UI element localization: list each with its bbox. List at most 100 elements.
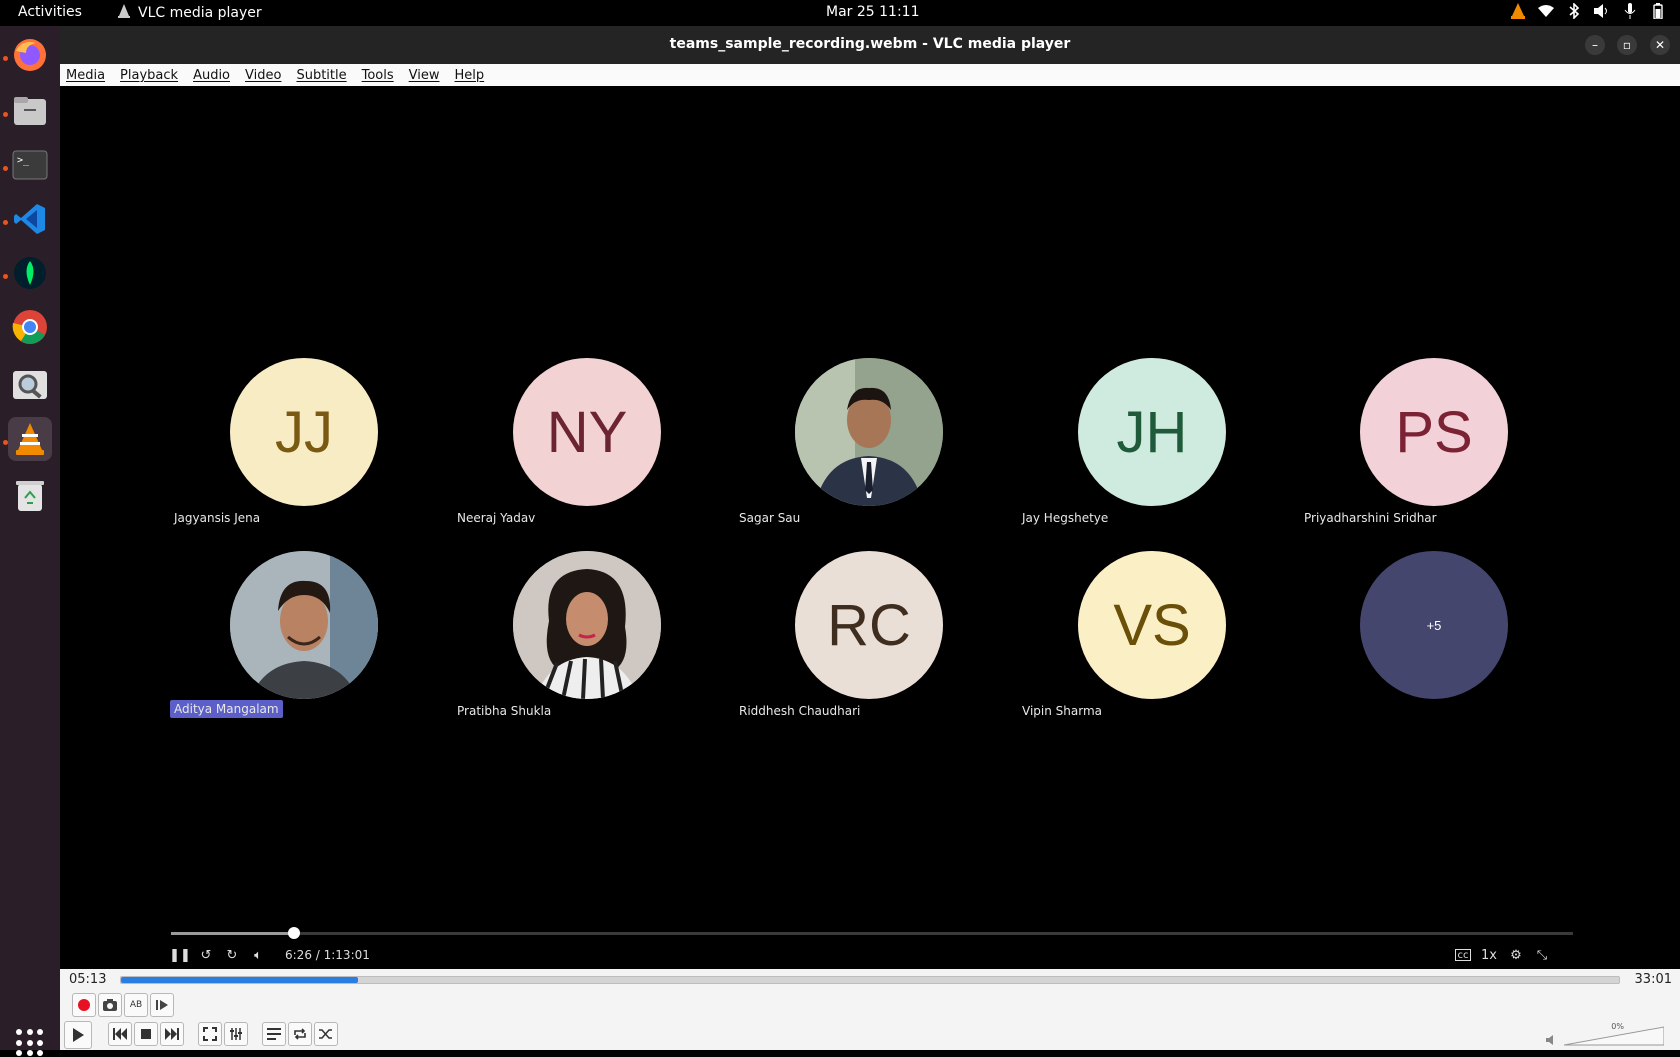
embedded-seek-knob xyxy=(288,927,301,939)
record-button[interactable] xyxy=(72,993,96,1017)
more-participants-avatar: +5 xyxy=(1360,551,1508,699)
trash-icon[interactable] xyxy=(8,473,52,517)
avatar-initials: JH xyxy=(1116,399,1188,465)
loop-button[interactable] xyxy=(288,1022,312,1046)
system-tray[interactable] xyxy=(1510,3,1666,19)
participant-avatar: NY xyxy=(513,358,661,506)
volume-wedge xyxy=(1564,1026,1664,1046)
menu-view[interactable]: View xyxy=(409,68,440,83)
firefox-icon[interactable] xyxy=(8,33,52,77)
participant-tile: Aditya Mangalam xyxy=(170,551,434,731)
snapshot-button[interactable] xyxy=(98,993,122,1017)
avatar-initials: VS xyxy=(1113,592,1191,658)
participant-name: Aditya Mangalam xyxy=(170,700,283,718)
vlc-seekbar[interactable] xyxy=(120,976,1620,984)
participant-tile: Sagar Sau xyxy=(739,358,999,538)
chrome-icon[interactable] xyxy=(8,305,52,349)
window-title: teams_sample_recording.webm - VLC media … xyxy=(669,36,1071,52)
mongodb-compass-icon[interactable] xyxy=(8,251,52,295)
total-time[interactable]: 33:01 xyxy=(1635,972,1672,987)
title-bar[interactable]: teams_sample_recording.webm - VLC media … xyxy=(60,26,1680,64)
participant-name: Neeraj Yadav xyxy=(457,511,536,525)
participant-tile: +5 xyxy=(1304,551,1564,731)
play-button[interactable] xyxy=(64,1021,92,1049)
playback-speed: 1x xyxy=(1481,947,1497,963)
participant-tile: RC Riddhesh Chaudhari xyxy=(739,551,999,731)
fullscreen-button[interactable] xyxy=(198,1022,222,1046)
vscode-icon[interactable] xyxy=(8,197,52,241)
participant-photo xyxy=(795,358,943,506)
playlist-button[interactable] xyxy=(262,1022,286,1046)
participant-name: Vipin Sharma xyxy=(1022,704,1102,718)
participant-name: Sagar Sau xyxy=(739,511,801,525)
vlc-seek-row: 05:13 33:01 xyxy=(60,969,1680,991)
avatar-initials: NY xyxy=(546,399,628,465)
participant-tile: PS Priyadharshini Sridhar xyxy=(1304,358,1564,538)
files-icon[interactable] xyxy=(8,89,52,133)
vlc-dock-icon[interactable] xyxy=(8,417,52,461)
rewind-10-icon: ↺ xyxy=(200,947,212,963)
vlc-tray-icon[interactable] xyxy=(1510,3,1526,19)
vlc-seek-fill xyxy=(121,977,358,983)
extended-settings-button[interactable] xyxy=(224,1022,248,1046)
speaker-icon xyxy=(1594,3,1610,19)
pause-icon: ❚❚ xyxy=(169,947,191,963)
embedded-seekbar xyxy=(171,927,1573,939)
menu-media[interactable]: Media xyxy=(66,68,105,83)
wifi-icon xyxy=(1538,3,1554,19)
menu-bar: Media Playback Audio Video Subtitle Tool… xyxy=(60,64,1680,86)
bluetooth-icon xyxy=(1566,3,1582,19)
participant-tile: Pratibha Shukla xyxy=(457,551,717,731)
participant-avatar: JH xyxy=(1078,358,1226,506)
app-menu[interactable]: VLC media player xyxy=(118,4,262,22)
vlc-window: teams_sample_recording.webm - VLC media … xyxy=(60,26,1680,1050)
frame-by-frame-button[interactable] xyxy=(150,993,174,1017)
next-button[interactable] xyxy=(160,1022,184,1046)
participant-tile: JJ Jagyansis Jena xyxy=(174,358,434,538)
microphone-icon xyxy=(1622,3,1638,19)
embedded-player-controls: ❚❚ ↺ ↻ 🔈︎ 6:26 / 1:13:01 cc 1x ⚙ ⤡ xyxy=(169,946,1573,966)
participant-avatar: VS xyxy=(1078,551,1226,699)
menu-help[interactable]: Help xyxy=(455,68,485,83)
more-participants-count: +5 xyxy=(1426,617,1442,633)
participant-tile: NY Neeraj Yadav xyxy=(457,358,717,538)
minimize-icon[interactable]: – xyxy=(1585,35,1605,55)
participant-name: Jagyansis Jena xyxy=(174,511,261,525)
video-area[interactable]: JJ Jagyansis Jena NY Neeraj Yadav Sagar … xyxy=(60,86,1680,969)
participant-name: Pratibha Shukla xyxy=(457,704,552,718)
avatar-initials: JJ xyxy=(275,399,333,465)
forward-10-icon: ↻ xyxy=(226,947,238,963)
show-apps-icon[interactable] xyxy=(16,1029,44,1057)
dock: >_ xyxy=(0,26,60,1057)
shuffle-button[interactable] xyxy=(314,1022,338,1046)
menu-playback[interactable]: Playback xyxy=(120,68,178,83)
close-icon[interactable]: ✕ xyxy=(1650,35,1670,55)
menu-tools[interactable]: Tools xyxy=(362,68,394,83)
elapsed-time[interactable]: 05:13 xyxy=(69,972,106,987)
menu-audio[interactable]: Audio xyxy=(193,68,230,83)
maximize-icon[interactable]: ▫ xyxy=(1617,35,1637,55)
participant-name: Priyadharshini Sridhar xyxy=(1304,511,1437,525)
participant-tile: VS Vipin Sharma xyxy=(1022,551,1282,731)
exit-fullscreen-icon: ⤡ xyxy=(1536,947,1548,963)
participant-name: Riddhesh Chaudhari xyxy=(739,704,861,718)
ab-loop-button[interactable]: AB xyxy=(124,993,148,1017)
running-indicator xyxy=(3,440,8,445)
app-name: VLC media player xyxy=(138,5,262,21)
stop-button[interactable] xyxy=(134,1022,158,1046)
battery-icon xyxy=(1650,3,1666,19)
previous-button[interactable] xyxy=(108,1022,132,1046)
participant-photo xyxy=(513,551,661,699)
terminal-icon[interactable]: >_ xyxy=(8,143,52,187)
volume-slider[interactable]: 0% xyxy=(1542,1022,1672,1046)
menu-video[interactable]: Video xyxy=(245,68,281,83)
captions-icon: cc xyxy=(1455,949,1471,961)
participant-photo xyxy=(230,551,378,699)
settings-gear-icon: ⚙ xyxy=(1510,947,1522,963)
activities-button[interactable]: Activities xyxy=(18,4,82,20)
image-viewer-icon[interactable] xyxy=(8,363,52,407)
menu-subtitle[interactable]: Subtitle xyxy=(296,68,346,83)
clock[interactable]: Mar 25 11:11 xyxy=(826,4,919,20)
embedded-time: 6:26 / 1:13:01 xyxy=(285,948,370,962)
svg-text:>_: >_ xyxy=(17,155,30,166)
